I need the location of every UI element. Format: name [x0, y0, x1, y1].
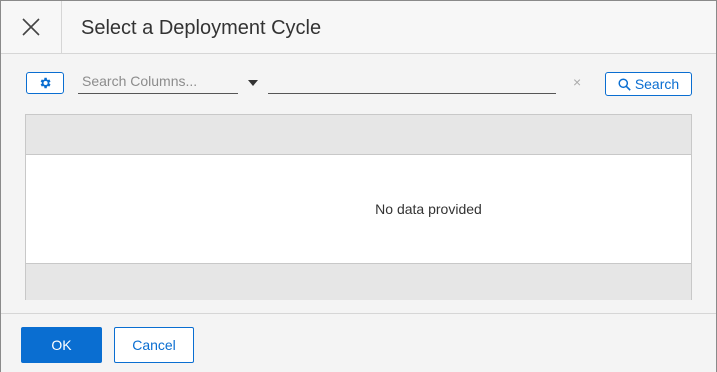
close-button[interactable]: [1, 1, 62, 53]
settings-button[interactable]: [26, 72, 64, 94]
search-toolbar: Search Columns... × Search: [1, 65, 716, 101]
search-icon: [618, 77, 631, 91]
dialog-header: Select a Deployment Cycle: [1, 1, 716, 54]
results-table: No data provided: [25, 114, 692, 300]
close-icon: [22, 18, 40, 36]
ok-button[interactable]: OK: [21, 327, 102, 363]
table-header: [26, 115, 691, 155]
gear-icon: [40, 77, 51, 89]
search-input[interactable]: [268, 70, 556, 94]
column-select[interactable]: Search Columns...: [78, 70, 238, 94]
search-button-label: Search: [634, 76, 680, 92]
search-button[interactable]: Search: [605, 72, 692, 96]
table-footer: [26, 263, 691, 300]
cancel-button[interactable]: Cancel: [114, 327, 194, 363]
dialog-footer: OK Cancel: [1, 313, 716, 372]
column-dropdown-button[interactable]: [246, 77, 260, 89]
clear-search-button[interactable]: ×: [573, 74, 581, 90]
table-body: No data provided: [26, 155, 691, 263]
caret-down-icon: [248, 80, 258, 86]
empty-message: No data provided: [375, 201, 482, 217]
dialog-title: Select a Deployment Cycle: [81, 17, 322, 39]
select-dialog: Select a Deployment Cycle Search Columns…: [0, 0, 717, 372]
